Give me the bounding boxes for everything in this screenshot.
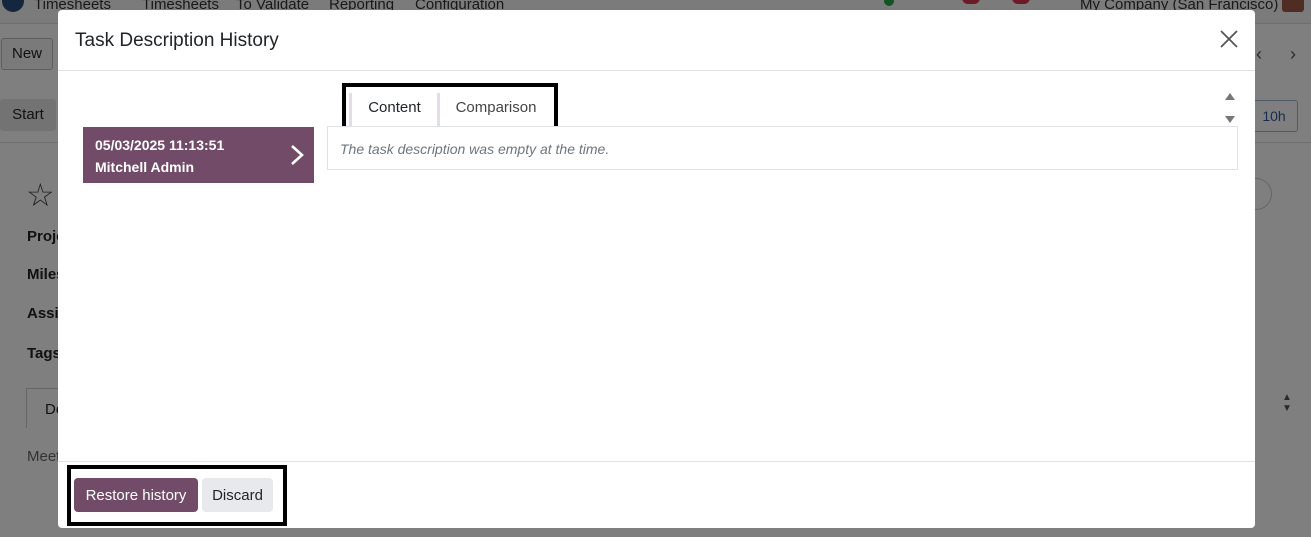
close-button[interactable] — [1217, 27, 1241, 51]
close-icon — [1220, 30, 1238, 48]
history-dialog: Task Description History 05/03/2025 11:1… — [58, 10, 1255, 528]
tab-content[interactable]: Content — [349, 93, 440, 129]
scroll-arrows-icon[interactable] — [1222, 90, 1238, 126]
revision-date: 05/03/2025 11:13:51 — [95, 137, 225, 153]
tab-comparison[interactable]: Comparison — [440, 93, 552, 129]
dialog-header: Task Description History — [58, 10, 1255, 71]
history-revision-item[interactable]: 05/03/2025 11:13:51 Mitchell Admin — [83, 127, 314, 183]
revision-author: Mitchell Admin — [95, 159, 195, 175]
restore-history-button[interactable]: Restore history — [74, 478, 198, 512]
empty-description-message: The task description was empty at the ti… — [340, 141, 610, 157]
dialog-title: Task Description History — [75, 30, 279, 51]
discard-button[interactable]: Discard — [202, 478, 273, 512]
content-panel: The task description was empty at the ti… — [327, 126, 1238, 170]
chevron-right-icon — [291, 145, 304, 165]
